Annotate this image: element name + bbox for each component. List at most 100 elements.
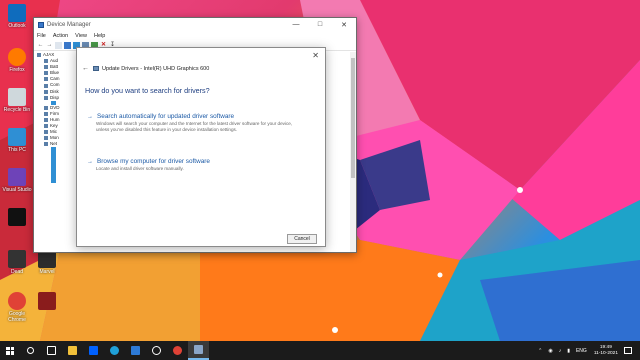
close-icon[interactable]: ✕ <box>332 21 356 29</box>
desktop-icon-visual-studio[interactable]: Visual Studio <box>0 168 34 193</box>
window-controls: — □ ✕ <box>284 21 356 29</box>
tree-subitem[interactable] <box>37 179 64 184</box>
desktop-icon-marvel[interactable]: Marvel <box>30 250 64 275</box>
windows-logo-icon <box>6 346 14 355</box>
game-icon <box>8 250 26 268</box>
disk-icon <box>44 89 48 94</box>
forward-arrow-icon[interactable]: → <box>46 42 53 49</box>
cancel-button[interactable]: Cancel <box>287 234 317 244</box>
device-manager-icon <box>38 21 44 28</box>
desktop-icon-game[interactable] <box>30 292 64 311</box>
battery-icon <box>44 65 48 70</box>
firefox-icon <box>8 48 26 66</box>
desktop-icon-firefox[interactable]: Firefox <box>0 48 34 73</box>
taskbar: ⌃ ◉ ♪ ▮ ENG 19:49 11-10-2021 <box>0 341 640 360</box>
app-icon <box>173 346 182 355</box>
edge-icon <box>110 346 119 355</box>
option-description: Windows will search your computer and th… <box>96 121 293 132</box>
search-icon <box>27 347 34 354</box>
desktop-icon-label: Firefox <box>9 67 25 73</box>
search-automatically-option[interactable]: → Search automatically for updated drive… <box>87 113 296 133</box>
clock-date: 11-10-2021 <box>593 350 618 356</box>
taskbar-edge[interactable] <box>104 341 125 360</box>
back-arrow-icon[interactable]: ← <box>82 65 89 72</box>
desktop-icon-outlook[interactable]: Outlook <box>0 4 34 29</box>
recycle-bin-icon <box>8 88 26 106</box>
task-view-icon <box>47 346 56 355</box>
arrow-right-icon: → <box>87 158 93 165</box>
dialog-header: ← Update Drivers - Intel(R) UHD Graphics… <box>82 65 209 72</box>
chrome-icon <box>8 292 26 310</box>
battery-icon[interactable]: ▮ <box>567 348 570 354</box>
browse-computer-option[interactable]: → Browse my computer for driver software… <box>87 158 296 172</box>
menu-file[interactable]: File <box>37 33 46 39</box>
language-indicator[interactable]: ENG <box>576 348 587 354</box>
volume-icon[interactable]: ♪ <box>559 348 562 354</box>
desktop-icon-label: Recycle Bin <box>3 107 31 113</box>
firmware-icon <box>44 111 48 116</box>
close-icon[interactable]: ✕ <box>312 51 319 60</box>
taskbar-apps <box>20 341 209 360</box>
start-button[interactable] <box>0 341 20 360</box>
wifi-icon[interactable]: ◉ <box>548 348 552 354</box>
taskbar-device-manager[interactable] <box>188 341 209 360</box>
desktop-icon-label: Dead <box>11 269 23 275</box>
option-description: Locate and install driver software manua… <box>96 166 184 171</box>
outlook-icon <box>8 4 26 22</box>
help-icon[interactable] <box>64 42 71 49</box>
display-icon <box>44 95 48 100</box>
system-tray: ⌃ ◉ ♪ ▮ ENG 19:49 11-10-2021 <box>535 345 640 357</box>
mouse-icon <box>44 130 48 135</box>
display-adapter-icon <box>93 66 99 71</box>
taskbar-media[interactable] <box>146 341 167 360</box>
minimize-icon[interactable]: — <box>284 21 308 29</box>
taskbar-mail[interactable] <box>125 341 146 360</box>
computer-icon <box>8 128 26 146</box>
clock[interactable]: 19:49 11-10-2021 <box>594 345 618 357</box>
media-icon <box>152 346 161 355</box>
notification-icon[interactable] <box>624 347 632 354</box>
dialog-title: Update Drivers - Intel(R) UHD Graphics 6… <box>102 65 210 72</box>
audio-icon <box>44 59 48 64</box>
menu-view[interactable]: View <box>75 33 87 39</box>
desktop-icon-label: Outlook <box>8 23 26 29</box>
device-manager-icon <box>194 345 203 354</box>
taskbar-search[interactable] <box>20 341 41 360</box>
option-title[interactable]: Browse my computer for driver software <box>97 158 210 165</box>
desktop-icon-label: Google Chrome <box>8 311 26 323</box>
menu-help[interactable]: Help <box>94 33 105 39</box>
camera-icon <box>44 77 48 82</box>
device-tree: AJAX Aud Batt Blue Cam Com Disk Disp DVD… <box>34 52 64 252</box>
maximize-icon[interactable]: □ <box>308 21 332 29</box>
computer-icon <box>44 83 48 88</box>
desktop-icon-recycle-bin[interactable]: Recycle Bin <box>0 88 34 113</box>
mail-icon <box>131 346 140 355</box>
network-icon <box>44 142 48 147</box>
desktop-icon-app[interactable] <box>0 208 34 227</box>
desktop-icon-chrome[interactable]: Google Chrome <box>0 292 34 323</box>
option-title[interactable]: Search automatically for updated driver … <box>97 113 234 120</box>
desktop-icon-label: This PC <box>8 147 26 153</box>
game-icon <box>38 292 56 310</box>
back-arrow-icon[interactable]: ← <box>37 42 44 49</box>
network-icon[interactable]: ⌃ <box>538 348 542 354</box>
desktop-icon-dead[interactable]: Dead <box>0 250 34 275</box>
bluetooth-icon <box>44 71 48 76</box>
menu-action[interactable]: Action <box>53 33 68 39</box>
computer-icon <box>37 53 41 58</box>
folder-icon <box>68 346 77 355</box>
desktop-icon-label: Marvel <box>39 269 55 275</box>
dvd-icon <box>44 105 48 110</box>
app-icon <box>8 208 26 226</box>
desktop-icon-this-pc[interactable]: This PC <box>0 128 34 153</box>
scrollbar-thumb[interactable] <box>351 58 355 178</box>
taskbar-task-view[interactable] <box>41 341 62 360</box>
window-titlebar[interactable]: Device Manager — □ ✕ <box>34 18 356 31</box>
dialog-question: How do you want to search for drivers? <box>85 86 210 95</box>
taskbar-file-explorer[interactable] <box>62 341 83 360</box>
taskbar-dropbox[interactable] <box>83 341 104 360</box>
properties-icon[interactable] <box>55 42 62 49</box>
menu-bar: File Action View Help <box>34 31 356 41</box>
vertical-scrollbar[interactable] <box>350 52 356 252</box>
taskbar-app[interactable] <box>167 341 188 360</box>
